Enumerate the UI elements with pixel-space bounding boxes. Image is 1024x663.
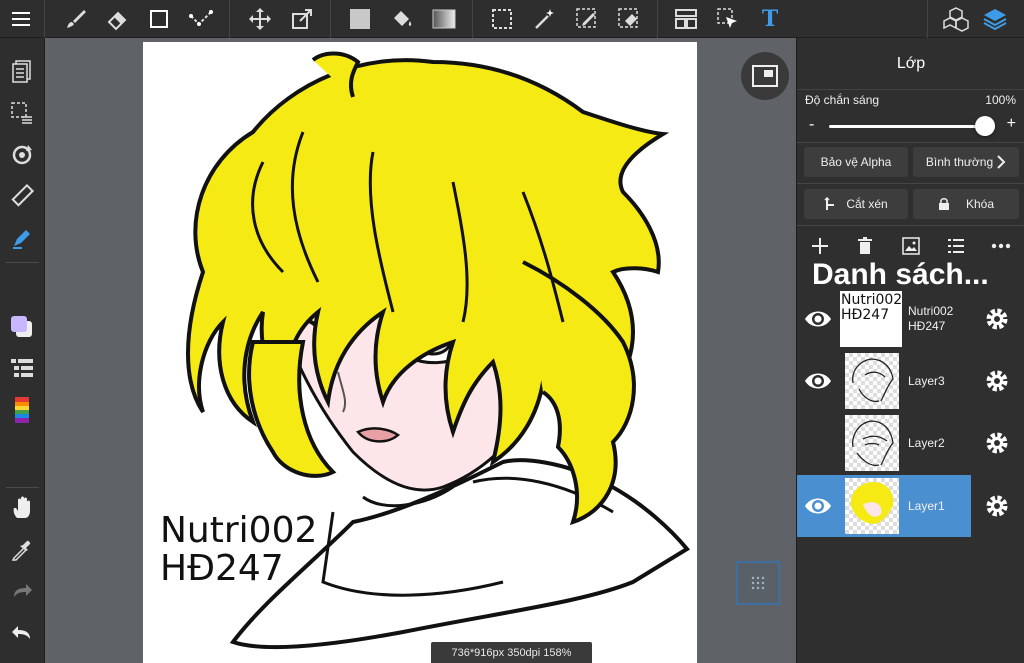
- view-toggle-button[interactable]: [741, 52, 789, 100]
- visibility-eye-icon[interactable]: [803, 306, 833, 332]
- layer-thumbnail: Nutri002 HĐ247: [840, 291, 902, 347]
- gear-icon[interactable]: [983, 367, 1011, 395]
- opacity-decrease-button[interactable]: -: [809, 116, 814, 134]
- eyedropper-icon[interactable]: [7, 535, 37, 565]
- visibility-hidden-toggle[interactable]: [803, 430, 833, 456]
- gradient-icon[interactable]: [429, 4, 459, 34]
- layer-name: Layer2: [908, 436, 945, 450]
- left-sidebar: [0, 38, 45, 663]
- panel-title: Lớp: [797, 38, 1024, 90]
- opacity-slider-track[interactable]: [829, 125, 989, 128]
- opacity-increase-button[interactable]: +: [1007, 115, 1016, 133]
- materials-icon[interactable]: [941, 4, 971, 34]
- layer-row-nutri[interactable]: Nutri002 HĐ247 Nutri002 HĐ247: [797, 288, 1024, 350]
- image-layer-icon[interactable]: [898, 233, 924, 259]
- marquee-icon[interactable]: [487, 4, 517, 34]
- palette-icon[interactable]: [7, 395, 37, 425]
- layer-row-layer2[interactable]: Layer2: [797, 412, 1024, 474]
- bucket-icon[interactable]: [387, 4, 417, 34]
- layer-thumb-text: Nutri002 HĐ247: [841, 292, 902, 323]
- layer-name: Layer3: [908, 374, 945, 388]
- canvas-status: 736*916px 350dpi 158%: [431, 642, 592, 663]
- ruler-icon[interactable]: [7, 181, 37, 211]
- redo-icon[interactable]: [7, 576, 37, 606]
- brush-icon[interactable]: [61, 4, 91, 34]
- select-pen-icon[interactable]: [572, 4, 602, 34]
- clipping-label: Cắt xén: [846, 197, 888, 211]
- snap-icon[interactable]: [671, 4, 701, 34]
- clipping-button[interactable]: Cắt xén: [804, 189, 908, 219]
- gear-icon[interactable]: [983, 492, 1011, 520]
- visibility-eye-icon[interactable]: [803, 493, 833, 519]
- opacity-label: Độ chắn sáng: [805, 93, 880, 107]
- text-icon[interactable]: T: [755, 4, 785, 34]
- workspace[interactable]: Nutri002 HĐ247: [45, 38, 796, 663]
- add-layer-icon[interactable]: [807, 233, 833, 259]
- color-icon[interactable]: [7, 312, 37, 342]
- layer-list-icon[interactable]: [943, 233, 969, 259]
- window-icon: [752, 65, 778, 87]
- shape-icon[interactable]: [144, 4, 174, 34]
- gear-icon[interactable]: [983, 305, 1011, 333]
- select-nodes-icon[interactable]: [186, 4, 216, 34]
- layer-list-title: Danh sách...: [812, 258, 989, 291]
- list-icon[interactable]: [7, 353, 37, 383]
- eraser-icon[interactable]: [102, 4, 132, 34]
- top-toolbar: T: [0, 0, 1024, 38]
- clipping-icon: [824, 197, 835, 210]
- lock-button[interactable]: Khóa: [913, 189, 1019, 219]
- pen-icon[interactable]: [7, 223, 37, 253]
- hand-icon[interactable]: [7, 493, 37, 523]
- opacity-value: 100%: [985, 93, 1016, 107]
- layer-row-layer1[interactable]: Layer1: [797, 475, 1024, 537]
- layer-thumbnail: [845, 353, 899, 409]
- layer-toolbar: [797, 233, 1024, 259]
- magic-wand-icon[interactable]: [530, 4, 560, 34]
- grid-dots-icon: [751, 576, 765, 590]
- signature-line-2: HĐ247: [160, 548, 284, 589]
- layer-panel: Lớp Độ chắn sáng 100% - + Bảo vệ Alpha B…: [796, 38, 1024, 663]
- gear-icon[interactable]: [983, 429, 1011, 457]
- blend-mode-button[interactable]: Bình thường: [913, 147, 1019, 177]
- fill-color-swatch[interactable]: [345, 4, 375, 34]
- trash-icon[interactable]: [852, 233, 878, 259]
- layers-icon[interactable]: [980, 4, 1010, 34]
- signature-line-1: Nutri002: [160, 510, 318, 551]
- visibility-eye-icon[interactable]: [803, 368, 833, 394]
- select-eraser-icon[interactable]: [614, 4, 644, 34]
- signature-text: Nutri002 HĐ247: [160, 512, 317, 588]
- more-icon[interactable]: [988, 233, 1014, 259]
- rotate-icon[interactable]: [7, 140, 37, 170]
- transform-icon[interactable]: [287, 4, 317, 34]
- layer-thumbnail: [845, 415, 899, 471]
- grid-button[interactable]: [736, 561, 780, 605]
- layer-row-layer3[interactable]: Layer3: [797, 350, 1024, 412]
- undo-icon[interactable]: [7, 618, 37, 648]
- alpha-lock-button[interactable]: Bảo vệ Alpha: [804, 147, 908, 177]
- layer-thumbnail: [845, 478, 899, 534]
- layer-name: Nutri002 HĐ247: [908, 304, 954, 333]
- chevron-right-icon: [997, 155, 1006, 169]
- selection-icon[interactable]: [7, 98, 37, 128]
- drawing-canvas[interactable]: Nutri002 HĐ247: [143, 42, 697, 663]
- lock-icon: [938, 198, 949, 210]
- layer-name: Layer1: [908, 499, 945, 513]
- pages-icon[interactable]: [7, 57, 37, 87]
- object-select-icon[interactable]: [713, 4, 743, 34]
- blend-mode-label: Bình thường: [925, 155, 994, 169]
- opacity-slider-thumb[interactable]: [975, 116, 995, 136]
- move-icon[interactable]: [245, 4, 275, 34]
- lock-label: Khóa: [965, 197, 995, 211]
- menu-icon[interactable]: [6, 4, 36, 34]
